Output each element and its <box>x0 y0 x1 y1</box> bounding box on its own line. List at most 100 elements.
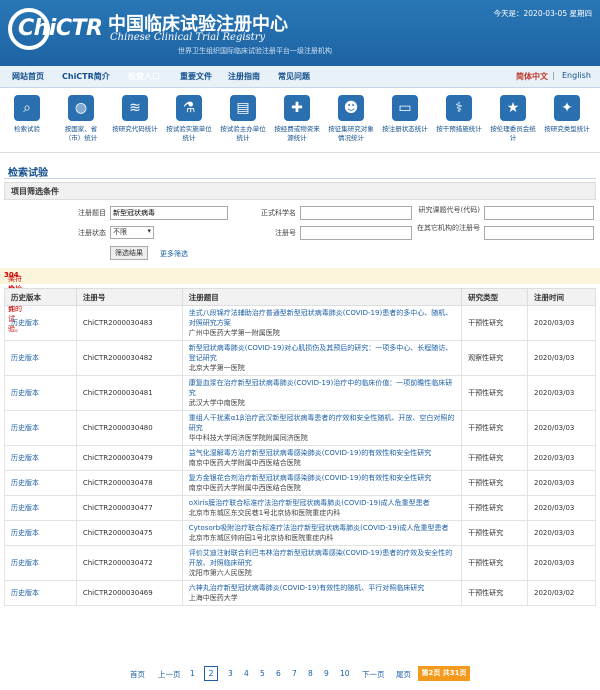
trial-title-link[interactable]: 益气化湿解毒方治疗新型冠状病毒感染肺炎(COVID-19)的有效性和安全性研究 <box>189 448 455 458</box>
title-cell: 评价艾迪注射联合利巴韦林治疗新型冠状病毒感染(COVID-19)患者的疗效及安全… <box>181 545 463 581</box>
trial-title-link[interactable]: 新型冠状病毒肺炎(COVID-19)对心肌损伤及其预后的研究：一项多中心、长程随… <box>189 343 455 363</box>
icon-by-implementing-unit[interactable]: ⚗ 按试验实施单位统计 <box>166 95 212 143</box>
other-reg-input[interactable] <box>484 226 594 240</box>
page-8[interactable]: 8 <box>308 669 313 678</box>
code-input[interactable] <box>484 206 594 220</box>
page-9[interactable]: 9 <box>324 669 329 678</box>
reg-no-cell: ChiCTR2000030479 <box>75 445 183 471</box>
nav-search[interactable]: 检索入口 <box>128 71 160 82</box>
header-banner: ChiCTR 中国临床试验注册中心 Chinese Clinical Trial… <box>0 0 600 66</box>
history-link[interactable]: 历史版本 <box>4 410 77 446</box>
icon-by-sponsor[interactable]: ▤ 按试验主办单位统计 <box>220 95 266 143</box>
reg-title-input[interactable] <box>110 206 228 220</box>
page-prev[interactable]: 上一页 <box>158 669 181 680</box>
reg-no-cell: ChiCTR2000030480 <box>75 410 183 446</box>
icon-by-status[interactable]: ▭ 按注册状态统计 <box>382 95 428 134</box>
reg-no-input[interactable] <box>300 226 412 240</box>
star-icon: ★ <box>500 95 526 121</box>
page-last[interactable]: 尾页 <box>396 669 411 680</box>
history-link[interactable]: 历史版本 <box>4 305 77 341</box>
nav-guide[interactable]: 注册指南 <box>228 71 260 82</box>
title-cell: 坐式八段锦疗法辅助治疗普通型新型冠状病毒肺炎(COVID-19)患者的多中心、随… <box>181 305 463 341</box>
history-link[interactable]: 历史版本 <box>4 545 77 581</box>
sci-name-input[interactable] <box>300 206 412 220</box>
title-cell: 新型冠状病毒肺炎(COVID-19)对心肌损伤及其预后的研究：一项多中心、长程随… <box>181 340 463 376</box>
table-row: 历史版本 ChiCTR2000030469 六神丸治疗新型冠状病毒肺炎(COVID-… <box>4 580 596 606</box>
page-10[interactable]: 10 <box>340 669 350 678</box>
clipboard-icon: ▤ <box>230 95 256 121</box>
page-6[interactable]: 6 <box>276 669 281 678</box>
page-7[interactable]: 7 <box>292 669 297 678</box>
history-link[interactable]: 历史版本 <box>4 340 77 376</box>
title-cell: 重组人干扰素α1β治疗武汉新型冠状病毒患者的疗效和安全性随机、开放、空白对照的研… <box>181 410 463 446</box>
trial-org: 北京市东城区东交民巷1号北京协和医院重症内科 <box>188 509 341 517</box>
page-current[interactable]: 2 <box>204 666 218 681</box>
trial-title-link[interactable]: 六神丸治疗新型冠状病毒肺炎(COVID-19)有效性的随机、平行对照临床研究 <box>189 583 455 593</box>
logo-text[interactable]: ChiCTR <box>18 16 103 41</box>
trial-title-link[interactable]: 重组人干扰素α1β治疗武汉新型冠状病毒患者的疗效和安全性随机、开放、空白对照的研… <box>189 413 455 433</box>
label-reg-title: 注册题目 <box>78 209 106 217</box>
medkit-icon: ✚ <box>284 95 310 121</box>
current-date: 今天是：2020-03-05 星期四 <box>493 9 592 18</box>
trial-org: 华中科技大学同济医学院附属同济医院 <box>188 434 308 442</box>
nav-faq[interactable]: 常见问题 <box>278 71 310 82</box>
results-table: 历史版本 注册号 注册题目 研究类型 注册时间 历史版本 ChiCTR200003… <box>4 288 596 606</box>
icon-by-code[interactable]: ≋ 按研究代码统计 <box>112 95 158 134</box>
table-row: 历史版本 ChiCTR2000030482 新型冠状病毒肺炎(COVID-19)对心… <box>4 340 596 376</box>
page-1[interactable]: 1 <box>190 669 195 678</box>
col-type: 研究类型 <box>461 288 529 306</box>
more-filter-link[interactable]: 更多筛选 <box>160 249 188 259</box>
trial-org: 北京大学第一医院 <box>188 364 245 372</box>
history-link[interactable]: 历史版本 <box>4 520 77 546</box>
page-next[interactable]: 下一页 <box>362 669 385 680</box>
trial-title-link[interactable]: 康复血浆在治疗新型冠状病毒肺炎(COVID-19)治疗中的临床价值：一项前瞻性临… <box>189 378 455 398</box>
date-cell: 2020/03/03 <box>527 470 596 496</box>
col-date: 注册时间 <box>527 288 596 306</box>
page-title: 检索试验 <box>8 168 48 179</box>
icon-by-ethics[interactable]: ★ 按伦理委员会统计 <box>490 95 536 143</box>
icon-by-study-type[interactable]: ✦ 按研究类型统计 <box>544 95 590 134</box>
table-header-row: 历史版本 注册号 注册题目 研究类型 注册时间 <box>4 288 596 306</box>
date-cell: 2020/03/02 <box>527 580 596 606</box>
icon-by-funding[interactable]: ✚ 按经费或物资来源统计 <box>274 95 320 143</box>
filter-button[interactable]: 筛选结果 <box>110 246 148 260</box>
reg-no-cell: ChiCTR2000030478 <box>75 470 183 496</box>
page-4[interactable]: 4 <box>244 669 249 678</box>
page-first[interactable]: 首页 <box>130 669 145 680</box>
lang-chinese[interactable]: 简体中文 <box>516 71 548 82</box>
date-cell: 2020/03/03 <box>527 445 596 471</box>
trial-org: 广州中医药大学第一附属医院 <box>188 329 280 337</box>
search-icon: ⌕ <box>14 95 40 121</box>
status-select[interactable]: 不限 ▾ <box>110 226 154 239</box>
date-cell: 2020/03/03 <box>527 375 596 411</box>
nav-about[interactable]: ChiCTR简介 <box>62 71 110 82</box>
label-code: 研究课题代号(代码) <box>418 206 480 214</box>
reg-no-cell: ChiCTR2000030482 <box>75 340 183 376</box>
icon-search-trials[interactable]: ⌕ 检索试验 <box>4 95 50 134</box>
history-link[interactable]: 历史版本 <box>4 445 77 471</box>
type-cell: 干预性研究 <box>461 375 529 411</box>
icon-by-country[interactable]: ◍ 按国家、省（市）统计 <box>58 95 104 143</box>
trial-title-link[interactable]: 坐式八段锦疗法辅助治疗普通型新型冠状病毒肺炎(COVID-19)患者的多中心、随… <box>189 308 455 328</box>
page-5[interactable]: 5 <box>260 669 265 678</box>
history-link[interactable]: 历史版本 <box>4 495 77 521</box>
icon-by-intervention[interactable]: ⚕ 按干预措施统计 <box>436 95 482 134</box>
history-link[interactable]: 历史版本 <box>4 375 77 411</box>
icon-by-recruitment[interactable]: ☻ 按征集研究对象情况统计 <box>328 95 374 143</box>
globe-icon: ◍ <box>68 95 94 121</box>
lang-english[interactable]: English <box>562 71 591 80</box>
page-3[interactable]: 3 <box>228 669 233 678</box>
table-row: 历史版本 ChiCTR2000030481 康复血浆在治疗新型冠状病毒肺炎(COVI… <box>4 375 596 411</box>
title-cell: 益气化湿解毒方治疗新型冠状病毒感染肺炎(COVID-19)的有效性和安全性研究南… <box>181 445 463 471</box>
trial-title-link[interactable]: oXiris膜治疗联合标准疗法治疗新型冠状病毒肺炎(COVID-19)成人危重型… <box>189 498 455 508</box>
history-link[interactable]: 历史版本 <box>4 470 77 496</box>
col-history: 历史版本 <box>4 288 77 306</box>
nav-home[interactable]: 网站首页 <box>12 71 44 82</box>
title-cell: oXiris膜治疗联合标准疗法治疗新型冠状病毒肺炎(COVID-19)成人危重型… <box>181 495 463 521</box>
history-link[interactable]: 历史版本 <box>4 580 77 606</box>
trial-title-link[interactable]: 复方金银花合剂治疗新型冠状病毒感染肺炎(COVID-19)的有效性和安全性研究 <box>189 473 455 483</box>
trial-title-link[interactable]: 评价艾迪注射联合利巴韦林治疗新型冠状病毒感染(COVID-19)患者的疗效及安全… <box>189 548 455 568</box>
nav-documents[interactable]: 重要文件 <box>180 71 212 82</box>
trial-title-link[interactable]: Cytosorb吸附治疗联合标准疗法治疗新型冠状病毒肺炎(COVID-19)成人… <box>189 523 455 533</box>
col-title: 注册题目 <box>181 288 463 306</box>
